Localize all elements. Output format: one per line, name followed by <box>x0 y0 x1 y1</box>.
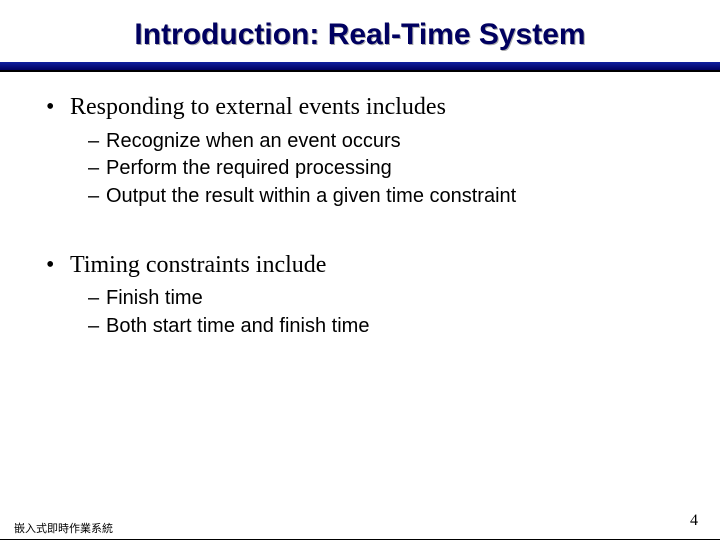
sub-bullet-list: Finish time Both start time and finish t… <box>70 286 680 339</box>
page-number: 4 <box>690 512 698 530</box>
sub-bullet-item: Perform the required processing <box>88 156 680 182</box>
sub-bullet-text: Output the result within a given time co… <box>106 185 516 207</box>
sub-bullet-text: Both start time and finish time <box>106 315 369 337</box>
bullet-text: Timing constraints include <box>70 252 326 278</box>
bullet-text: Responding to external events includes <box>70 94 446 120</box>
sub-bullet-item: Recognize when an event occurs <box>88 129 680 155</box>
bullet-list: Responding to external events includes R… <box>46 92 680 210</box>
title-rule-wrap <box>0 62 720 72</box>
bullet-item: Responding to external events includes R… <box>46 92 680 210</box>
sub-bullet-text: Finish time <box>106 287 203 309</box>
slide-title: Introduction: Real-Time System <box>0 18 720 52</box>
sub-bullet-text: Recognize when an event occurs <box>106 130 401 152</box>
sub-bullet-list: Recognize when an event occurs Perform t… <box>70 129 680 210</box>
title-rule <box>0 62 720 72</box>
spacer <box>46 216 680 250</box>
slide-content: Responding to external events includes R… <box>0 72 720 339</box>
sub-bullet-item: Both start time and finish time <box>88 314 680 340</box>
bullet-item: Timing constraints include Finish time B… <box>46 250 680 340</box>
sub-bullet-text: Perform the required processing <box>106 157 392 179</box>
bullet-list: Timing constraints include Finish time B… <box>46 250 680 340</box>
sub-bullet-item: Output the result within a given time co… <box>88 184 680 210</box>
slide: Introduction: Real-Time System Respondin… <box>0 18 720 540</box>
sub-bullet-item: Finish time <box>88 286 680 312</box>
footer-label: 嵌入式即時作業系統 <box>14 520 113 536</box>
